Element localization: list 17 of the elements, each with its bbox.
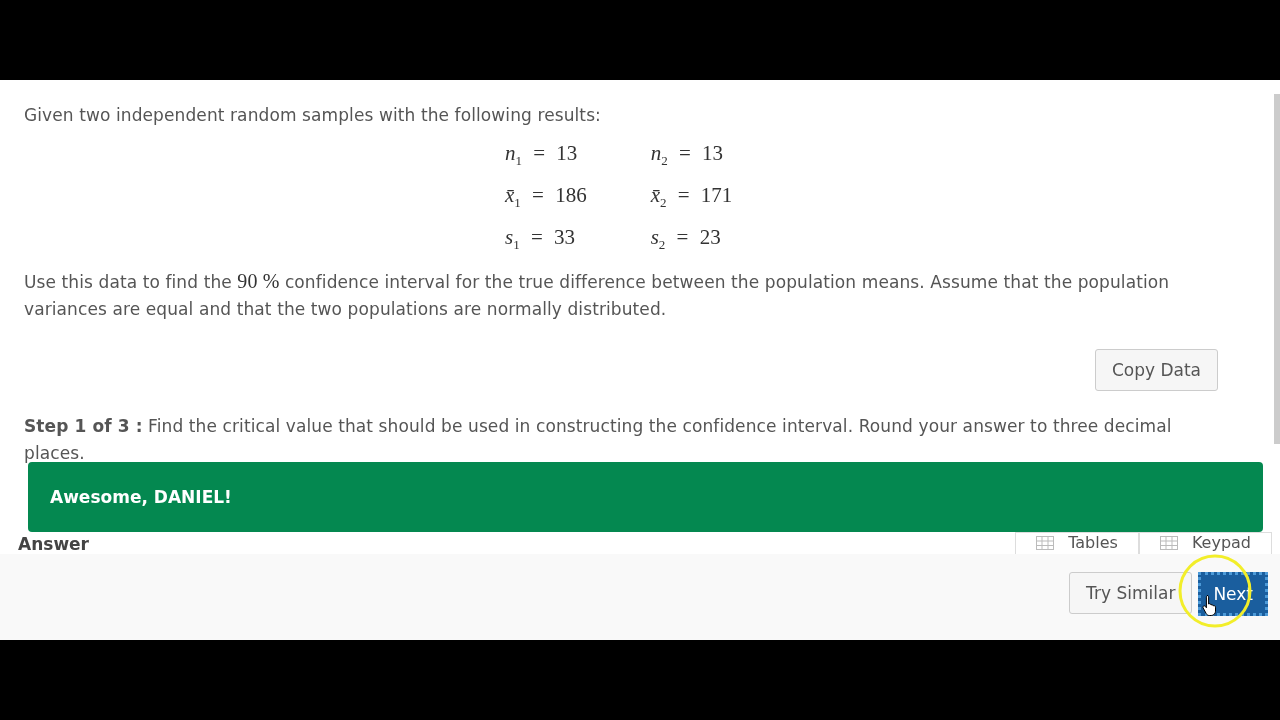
step-instruction: Step 1 of 3 : Find the critical value that should be used in constructing the confidence interval. Round your answer to three decimal places. [24, 414, 1173, 465]
math-expression: s$_{1}$ = 33 [505, 224, 577, 255]
question-intro: Given two independent random samples with the following results: [24, 104, 602, 127]
math-expression: x̄$_{2}$ = 171 [650, 182, 733, 213]
try-similar-button[interactable]: Try Similar [1069, 572, 1193, 614]
grid-icon [1159, 535, 1178, 550]
math-expression: n$_{2}$ = 13 [650, 140, 724, 171]
math-expression: n$_{1}$ = 13 [505, 140, 579, 171]
math-expression: x̄$_{1}$ = 186 [505, 182, 587, 213]
copy-data-button[interactable]: Copy Data [1094, 348, 1218, 391]
answer-label: Answer [18, 534, 89, 554]
question-instruction: Use this data to find the 90 % confidence interval for the true difference between the population means. Assume that the population variances are equal and that the two populations are normally distributed. [24, 268, 1171, 321]
math-expression: s$_{2}$ = 23 [650, 224, 722, 255]
grid-icon [1036, 535, 1055, 550]
tool-tab[interactable]: Keypad [1138, 532, 1272, 554]
tool-tab[interactable]: Tables [1015, 532, 1139, 554]
toast-message: Awesome, DANIEL! [50, 487, 232, 507]
